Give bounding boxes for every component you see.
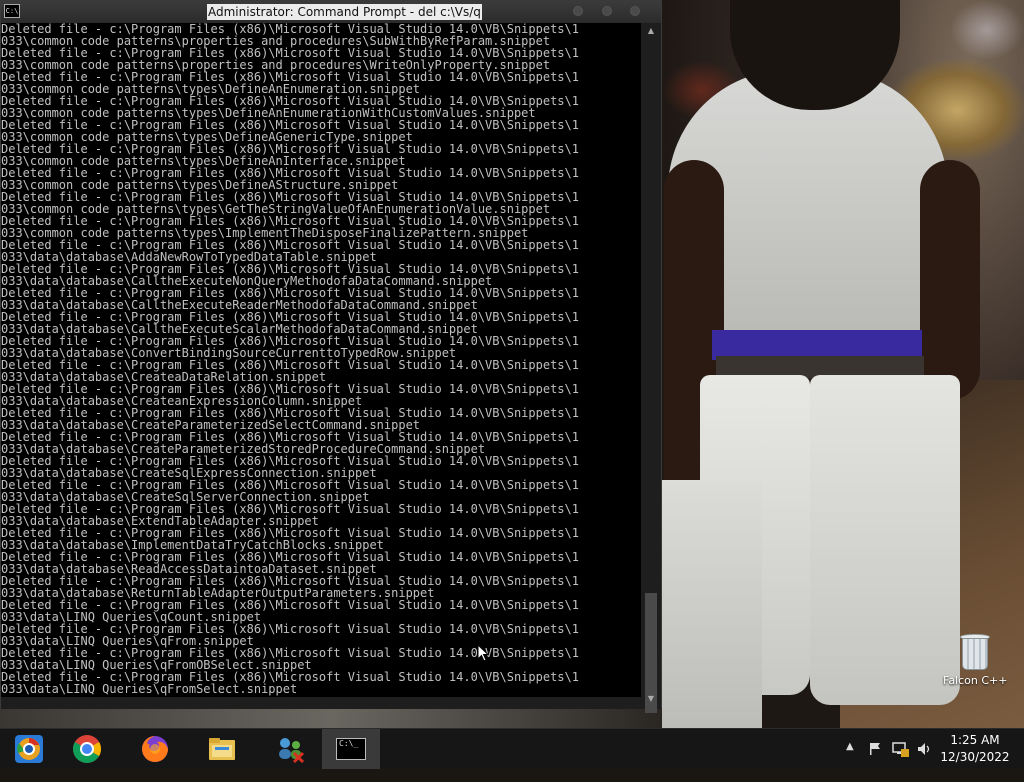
file-explorer-icon [209, 738, 235, 760]
network-people-icon [279, 738, 305, 764]
console-output[interactable]: Deleted file - c:\Program Files (x86)\Mi… [1, 23, 641, 697]
taskbar-clock[interactable]: 1:25 AM 12/30/2022 [935, 732, 1015, 766]
window-titlebar[interactable]: C:\ Administrator: Command Prompt - del … [1, 1, 661, 23]
taskbar-app-file-explorer[interactable] [193, 729, 251, 769]
taskbar: C:\_ ▲ 1:25 AM 12/30/2022 [0, 728, 1024, 769]
taskbar-app-network[interactable] [261, 729, 319, 769]
mouse-cursor-icon [477, 644, 489, 662]
close-button[interactable] [630, 6, 640, 16]
taskbar-app-firefox[interactable] [126, 729, 184, 769]
recycle-bin-shortcut[interactable]: Falcon C++ [943, 632, 1007, 687]
clock-date: 12/30/2022 [940, 750, 1010, 764]
taskbar-app-chrome-canary[interactable] [0, 729, 58, 769]
vertical-scrollbar[interactable]: ▲ ▼ [641, 23, 661, 713]
taskbar-app-command-prompt[interactable]: C:\_ [322, 729, 380, 769]
minimize-button[interactable] [573, 6, 583, 16]
show-hidden-icons-chevron[interactable]: ▲ [846, 741, 854, 781]
scroll-up-arrow-icon[interactable]: ▲ [641, 23, 661, 39]
desktop-icon-label: Falcon C++ [943, 674, 1008, 687]
flag-icon[interactable] [868, 742, 882, 782]
firefox-icon [142, 736, 168, 762]
command-prompt-window[interactable]: C:\ Administrator: Command Prompt - del … [0, 0, 662, 713]
command-prompt-icon: C:\_ [336, 738, 366, 760]
chrome-canary-icon [15, 735, 43, 763]
command-prompt-icon[interactable]: C:\ [4, 4, 20, 18]
taskbar-app-chrome[interactable] [58, 729, 116, 769]
console-text: Deleted file - c:\Program Files (x86)\Mi… [1, 23, 641, 695]
console-line: 033\data\LINQ Queries\qFromSelect.snippe… [1, 682, 298, 696]
console-bottom-bar [1, 697, 641, 709]
maximize-button[interactable] [602, 6, 612, 16]
window-title: Administrator: Command Prompt - del c:\V… [207, 4, 482, 20]
clock-time: 1:25 AM [950, 733, 1000, 747]
scroll-down-arrow-icon[interactable]: ▼ [641, 691, 661, 707]
volume-icon[interactable] [917, 742, 933, 782]
chrome-icon [73, 735, 101, 763]
recycle-bin-icon [958, 632, 992, 672]
network-icon[interactable] [892, 741, 910, 781]
